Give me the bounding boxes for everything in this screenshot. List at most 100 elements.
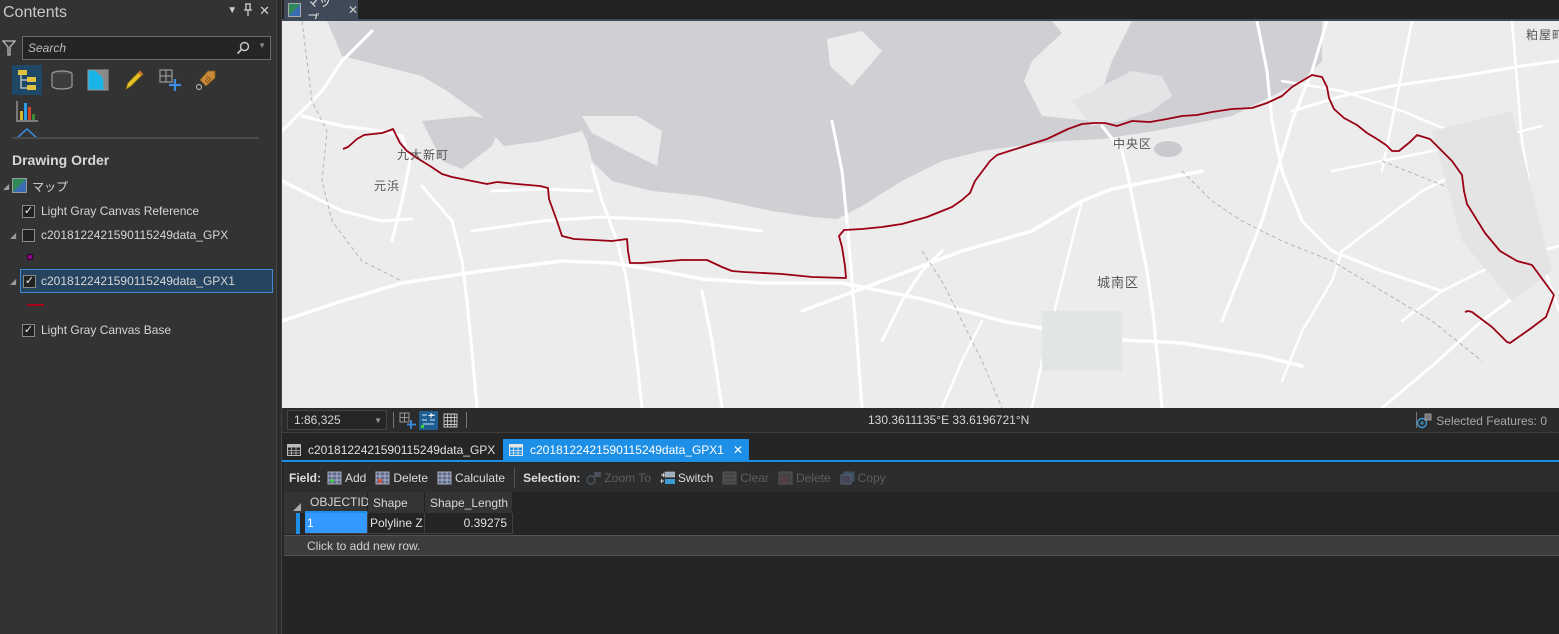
- layer-label: c2018122421590115249data_GPX: [41, 228, 229, 242]
- add-field-icon: [327, 471, 342, 484]
- field-group-label: Field:: [289, 470, 321, 485]
- tab-map[interactable]: マップ ✕: [284, 0, 358, 26]
- attribute-table: OBJECTID Shape Shape_Length 1 Polyline Z…: [284, 492, 1559, 634]
- table-cell-shape[interactable]: Polyline Z: [368, 513, 425, 534]
- delete-field-label: Delete: [393, 470, 429, 485]
- switch-selection-button[interactable]: Switch: [660, 471, 713, 485]
- tab-table-gpx1[interactable]: c2018122421590115249data_GPX1 ✕: [503, 439, 750, 460]
- tab-label: c2018122421590115249data_GPX1: [530, 442, 724, 457]
- place-label-kasuya: 粕屋町: [1526, 28, 1559, 42]
- grid-toggle-active[interactable]: [419, 411, 438, 430]
- select-all-corner[interactable]: [284, 492, 305, 513]
- table-cell-shape-length[interactable]: 0.39275: [425, 513, 513, 534]
- close-tab-icon[interactable]: ✕: [733, 443, 743, 457]
- contents-pane: Contents ▼ ✕ ▼: [0, 0, 276, 634]
- scale-dropdown[interactable]: 1:86,325 ▼: [287, 410, 387, 430]
- calculate-field-label: Calculate: [455, 470, 506, 485]
- divider: [466, 412, 467, 428]
- line-symbol-icon: [27, 304, 44, 306]
- place-label-chuo: 中央区: [1113, 137, 1153, 151]
- contents-title: Contents: [3, 4, 68, 21]
- label-tag-icon: [195, 70, 216, 91]
- selected-features-count: Selected Features: 0: [1436, 414, 1547, 428]
- clear-selection-label: Clear: [740, 470, 769, 485]
- delete-field-button[interactable]: Delete: [375, 471, 428, 485]
- layer-map[interactable]: ◢ マップ: [0, 175, 276, 197]
- layer-gpx-line[interactable]: ◢ ✓ c2018122421590115249data_GPX1: [10, 269, 273, 293]
- switch-selection-label: Switch: [677, 470, 714, 485]
- layer-label: c2018122421590115249data_GPX1: [41, 274, 235, 288]
- search-icon[interactable]: [236, 41, 250, 55]
- search-input[interactable]: [28, 40, 228, 56]
- layer-light-gray-reference[interactable]: ✓ Light Gray Canvas Reference: [0, 200, 276, 222]
- list-by-editing-button[interactable]: [119, 65, 149, 95]
- toolstrip-divider: [12, 137, 259, 139]
- delete-field-icon: [375, 471, 390, 484]
- pencil-icon: [125, 70, 144, 90]
- copy-icon: [840, 471, 855, 484]
- table-cell-objectid[interactable]: 1: [305, 513, 368, 534]
- tab-label: c2018122421590115249data_GPX: [308, 442, 496, 457]
- list-by-snapping-button[interactable]: [155, 65, 185, 95]
- pane-controls: ▼ ✕: [227, 3, 270, 19]
- delete-selection-label: Delete: [795, 470, 831, 485]
- delete-selection-button[interactable]: Delete: [778, 471, 831, 485]
- expand-icon[interactable]: ◢: [10, 231, 16, 240]
- list-by-selection-button[interactable]: [83, 65, 113, 95]
- place-label-jonan: 城南区: [1097, 276, 1140, 291]
- map-icon: [12, 178, 27, 193]
- layer-light-gray-base[interactable]: ✓ Light Gray Canvas Base: [0, 319, 276, 341]
- layer-gpx-points[interactable]: ◢ c2018122421590115249data_GPX: [0, 224, 276, 246]
- column-header-shape[interactable]: Shape: [368, 492, 425, 513]
- cursor-coordinates: 130.3611135°E 33.6196721°N: [868, 413, 1030, 427]
- copy-selection-label: Copy: [857, 470, 886, 485]
- search-options-dropdown-icon[interactable]: ▼: [258, 41, 266, 50]
- pane-options-dropdown-icon[interactable]: ▼: [227, 5, 237, 19]
- clear-selection-button[interactable]: Clear: [722, 471, 769, 485]
- add-new-row[interactable]: Click to add new row.: [284, 535, 1559, 556]
- zoom-to-button[interactable]: Zoom To: [586, 471, 651, 485]
- column-header-objectid[interactable]: OBJECTID: [305, 492, 369, 513]
- table-icon: [509, 443, 523, 456]
- selection-group-label: Selection:: [523, 470, 581, 485]
- pin-icon[interactable]: [243, 3, 253, 19]
- calculate-field-icon: [437, 471, 452, 484]
- select-features-icon: [1417, 413, 1432, 429]
- search-box[interactable]: ▼: [22, 36, 271, 60]
- layer-visibility-checkbox[interactable]: ✓: [22, 323, 35, 337]
- expand-icon[interactable]: ◢: [3, 182, 9, 191]
- list-by-labeling-button[interactable]: [191, 65, 221, 95]
- close-pane-icon[interactable]: ✕: [259, 3, 270, 19]
- snapping-icon: [159, 69, 181, 91]
- place-label-kyudai: 九大新町: [397, 148, 450, 162]
- grid-toggle[interactable]: [441, 411, 460, 430]
- add-field-button[interactable]: Add: [327, 471, 366, 485]
- basemap: [282, 21, 1559, 408]
- close-tab-icon[interactable]: ✕: [348, 3, 358, 17]
- copy-selection-button[interactable]: Copy: [840, 471, 886, 485]
- list-by-charts-button[interactable]: [12, 96, 42, 126]
- bar-chart-icon: [16, 101, 38, 122]
- row-selector[interactable]: [284, 513, 300, 534]
- tab-table-gpx[interactable]: c2018122421590115249data_GPX: [281, 439, 501, 460]
- layer-label: Light Gray Canvas Reference: [41, 204, 200, 218]
- layer-visibility-checkbox[interactable]: ✓: [23, 274, 36, 288]
- layer-visibility-checkbox[interactable]: [22, 228, 35, 242]
- layer-visibility-checkbox[interactable]: ✓: [22, 204, 35, 218]
- calculate-field-button[interactable]: Calculate: [437, 471, 505, 485]
- map-view[interactable]: 九大新町 元浜 中央区 城南区 粕屋町: [282, 21, 1559, 408]
- list-by-drawing-order-button[interactable]: [12, 65, 42, 95]
- add-field-label: Add: [345, 470, 367, 485]
- selected-features[interactable]: Selected Features: 0: [1416, 413, 1547, 429]
- add-row-label: Click to add new row.: [307, 539, 421, 553]
- snapping-toggle[interactable]: [398, 411, 417, 430]
- delete-selection-icon: [778, 471, 793, 484]
- column-header-shape-length[interactable]: Shape_Length: [425, 492, 513, 513]
- table-icon: [287, 443, 301, 456]
- list-by-source-button[interactable]: [47, 65, 77, 95]
- expand-icon[interactable]: ◢: [10, 277, 16, 286]
- filter-icon[interactable]: [2, 40, 16, 56]
- table-tab-underline: [282, 460, 1559, 462]
- database-icon: [51, 70, 73, 90]
- grid-icon: [443, 413, 458, 428]
